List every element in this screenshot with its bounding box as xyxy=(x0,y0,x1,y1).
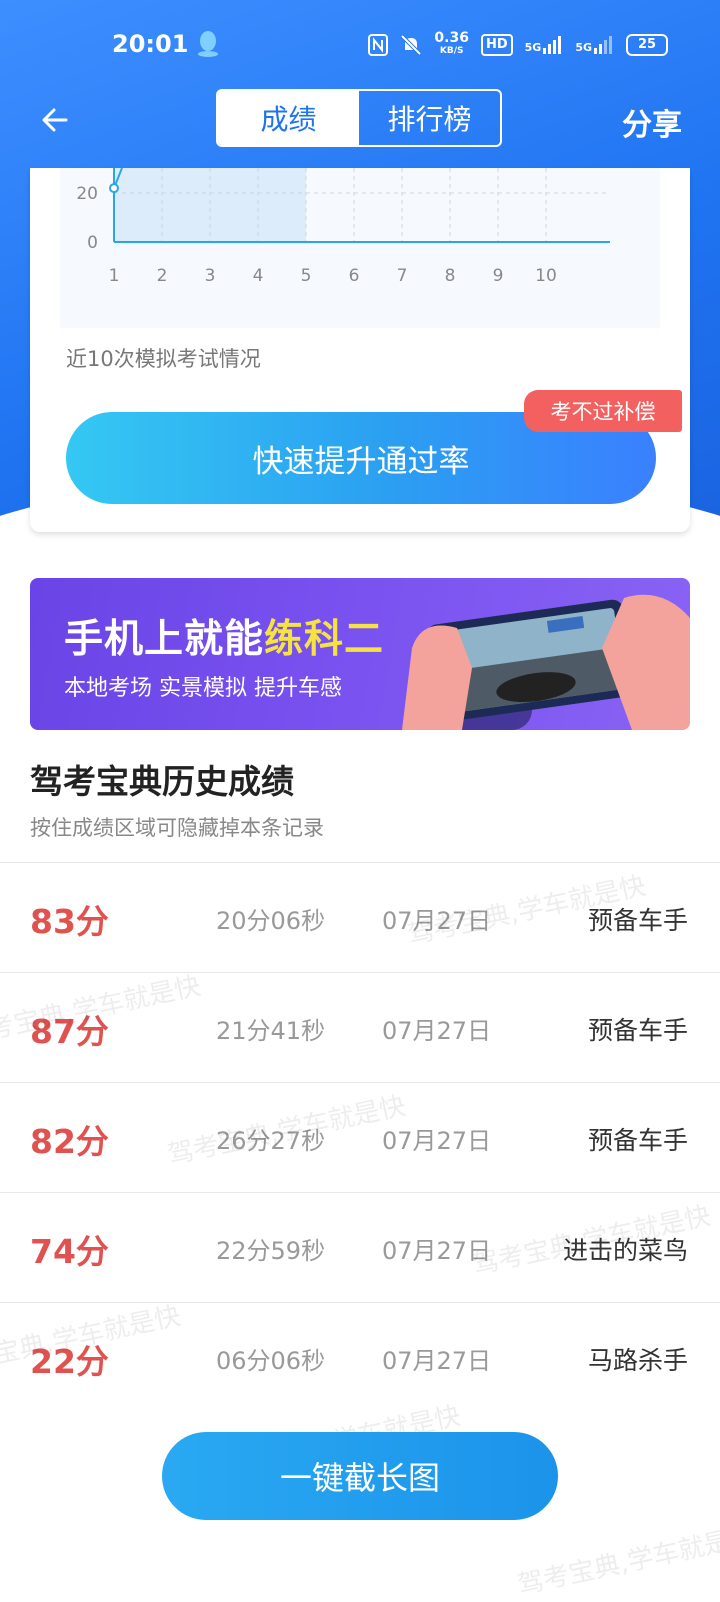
chart-x-tick-label: 10 xyxy=(535,266,557,286)
chart-caption: 近10次模拟考试情况 xyxy=(66,347,261,371)
tab-score[interactable]: 成绩 xyxy=(218,91,359,145)
phone-hands-illustration xyxy=(402,594,690,730)
row-rank: 预备车手 xyxy=(587,1016,688,1045)
history-title: 驾考宝典历史成绩 xyxy=(30,762,294,801)
row-duration: 20分06秒 xyxy=(216,907,326,935)
long-screenshot-button[interactable]: 一键截长图 xyxy=(162,1432,558,1520)
banner-title-main: 手机上就能 xyxy=(64,617,265,662)
tab-leaderboard[interactable]: 排行榜 xyxy=(359,91,500,145)
chart-x-tick-label: 6 xyxy=(349,266,360,286)
row-duration: 06分06秒 xyxy=(216,1347,326,1375)
score-chart-card: 20 0 1 2 3 4 5 6 7 8 9 10 近10次模拟考试情况 快速提升通过率 考不过补偿 xyxy=(30,168,690,532)
row-rank: 预备车手 xyxy=(587,906,688,935)
mute-bell-icon xyxy=(400,34,422,56)
row-duration: 21分41秒 xyxy=(216,1017,326,1045)
chart-x-tick-label: 8 xyxy=(445,266,456,286)
status-time: 20:01 xyxy=(112,30,189,58)
row-score: 22分 xyxy=(30,1342,109,1381)
signal-1-label: 5G xyxy=(524,41,542,54)
nfc-icon xyxy=(368,34,389,56)
chart-y-tick-label: 0 xyxy=(87,233,98,253)
share-button[interactable]: 分享 xyxy=(622,100,682,144)
row-date: 07月27日 xyxy=(382,1237,492,1265)
signal-bars-icon xyxy=(543,36,562,54)
chart-x-tick-label: 9 xyxy=(493,266,504,286)
banner-title: 手机上就能练科二 xyxy=(64,608,384,664)
row-date: 07月27日 xyxy=(382,1347,492,1375)
row-score: 82分 xyxy=(30,1122,109,1161)
status-bar: 20:01 0.36 KB/S HD 5G 5G 25 xyxy=(0,0,720,90)
history-row[interactable]: 83分 20分06秒 07月27日 预备车手 xyxy=(0,863,720,973)
row-date: 07月27日 xyxy=(382,907,492,935)
row-score: 87分 xyxy=(30,1012,109,1051)
signal-bars-icon xyxy=(594,36,612,54)
row-rank: 马路杀手 xyxy=(587,1346,688,1375)
status-icons: 0.36 KB/S HD 5G 5G 25 xyxy=(368,30,668,58)
row-score: 74分 xyxy=(30,1232,109,1271)
row-date: 07月27日 xyxy=(382,1017,492,1045)
signal-2: 5G xyxy=(575,36,614,54)
net-speed-value: 0.36 xyxy=(434,30,469,46)
history-row[interactable]: 74分 22分59秒 07月27日 进击的菜鸟 xyxy=(0,1193,720,1303)
history-hint: 按住成绩区域可隐藏掉本条记录 xyxy=(30,816,324,840)
chart-x-tick-label: 2 xyxy=(157,266,168,286)
history-row[interactable]: 87分 21分41秒 07月27日 预备车手 xyxy=(0,973,720,1083)
chart-x-tick-label: 3 xyxy=(205,266,216,286)
watermark: 驾考宝典,学车就是快 xyxy=(515,1521,720,1601)
banner-subtitle: 本地考场 实景模拟 提升车感 xyxy=(64,676,342,701)
tab-switcher: 成绩 排行榜 xyxy=(216,89,502,147)
chart-y-tick-label: 20 xyxy=(76,184,98,204)
score-line-chart: 20 01 2 3 4 5 6 7 8 9 10 xyxy=(76,168,610,286)
row-rank: 预备车手 xyxy=(587,1126,688,1155)
row-duration: 26分27秒 xyxy=(216,1127,326,1155)
chart-x-tick-label: 1 xyxy=(109,266,120,286)
signal-1: 5G xyxy=(525,36,564,54)
chart-x-tick-label: 5 xyxy=(301,266,312,286)
net-speed-unit: KB/S xyxy=(439,46,464,56)
qq-penguin-icon xyxy=(198,31,218,57)
row-date: 07月27日 xyxy=(382,1127,492,1155)
banner-title-highlight: 练科二 xyxy=(264,617,385,662)
chart-x-tick-label: 4 xyxy=(253,266,264,286)
history-row[interactable]: 82分 26分27秒 07月27日 预备车手 xyxy=(0,1083,720,1193)
chart-data-point xyxy=(109,183,119,194)
history-row[interactable]: 22分 06分06秒 07月27日 马路杀手 xyxy=(0,1303,720,1412)
promo-banner[interactable]: 手机上就能练科二 本地考场 实景模拟 提升车感 xyxy=(30,578,690,730)
signal-2-label: 5G xyxy=(575,41,592,54)
battery-icon: 25 xyxy=(626,34,668,56)
compensation-tag: 考不过补偿 xyxy=(524,390,682,432)
history-list: 83分 20分06秒 07月27日 预备车手 87分 21分41秒 07月27日… xyxy=(0,862,720,1412)
row-score: 83分 xyxy=(30,902,109,941)
net-speed: 0.36 KB/S xyxy=(434,30,469,58)
row-duration: 22分59秒 xyxy=(216,1237,326,1265)
row-rank: 进击的菜鸟 xyxy=(562,1236,688,1265)
chart-x-tick-label: 7 xyxy=(397,266,408,286)
back-arrow-icon[interactable] xyxy=(36,100,76,140)
hd-badge: HD xyxy=(480,34,513,56)
